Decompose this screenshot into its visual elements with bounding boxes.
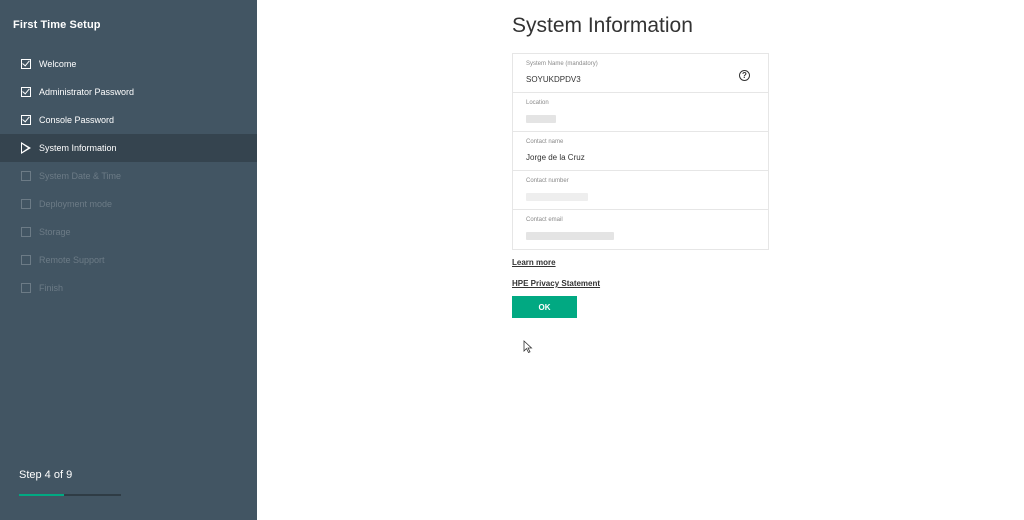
checkbox-empty-icon [21, 171, 31, 181]
redacted-value [526, 115, 556, 123]
play-arrow-icon [21, 142, 31, 154]
checkbox-checked-icon [21, 87, 31, 97]
step-label: System Date & Time [39, 171, 122, 181]
progress-bar-fill [19, 494, 64, 496]
help-icon[interactable]: ? [739, 70, 750, 81]
contact-number-field[interactable]: Contact number [513, 171, 768, 210]
checkbox-checked-icon [21, 59, 31, 69]
step-label: System Information [39, 143, 117, 153]
learn-more-link[interactable]: Learn more [512, 258, 556, 267]
location-field[interactable]: Location [513, 93, 768, 132]
contact-name-field[interactable]: Contact name [513, 132, 768, 171]
page-title: System Information [512, 14, 693, 37]
checkbox-empty-icon [21, 283, 31, 293]
step-system-information[interactable]: System Information [0, 134, 257, 162]
step-counter: Step 4 of 9 [19, 469, 73, 481]
step-label: Remote Support [39, 255, 105, 265]
sidebar: First Time Setup Welcome Administrator P… [0, 0, 257, 520]
step-finish: Finish [0, 274, 257, 302]
step-label: Administrator Password [39, 87, 135, 97]
field-label: Contact name [526, 139, 564, 145]
mouse-cursor-icon [523, 340, 533, 354]
privacy-statement-link[interactable]: HPE Privacy Statement [512, 279, 600, 288]
step-remote-support: Remote Support [0, 246, 257, 274]
checkbox-empty-icon [21, 227, 31, 237]
system-name-field[interactable]: System Name (mandatory) ? [513, 54, 768, 93]
step-label: Storage [39, 227, 71, 237]
step-list: Welcome Administrator Password Console P… [0, 50, 257, 302]
step-deployment-mode: Deployment mode [0, 190, 257, 218]
field-label: Location [526, 100, 549, 106]
field-label: System Name (mandatory) [526, 61, 598, 67]
progress-bar [19, 494, 121, 496]
checkbox-empty-icon [21, 255, 31, 265]
step-system-date-time: System Date & Time [0, 162, 257, 190]
step-welcome[interactable]: Welcome [0, 50, 257, 78]
step-storage: Storage [0, 218, 257, 246]
contact-email-field[interactable]: Contact email [513, 210, 768, 249]
contact-name-input[interactable] [526, 153, 726, 162]
step-label: Deployment mode [39, 199, 113, 209]
sidebar-title: First Time Setup [13, 19, 101, 31]
step-label: Finish [39, 283, 64, 293]
field-label: Contact number [526, 178, 569, 184]
step-administrator-password[interactable]: Administrator Password [0, 78, 257, 106]
step-console-password[interactable]: Console Password [0, 106, 257, 134]
redacted-value [526, 193, 588, 201]
system-name-input[interactable] [526, 75, 726, 84]
system-info-form: System Name (mandatory) ? Location Conta… [512, 53, 769, 250]
field-label: Contact email [526, 217, 563, 223]
redacted-value [526, 232, 614, 240]
step-label: Welcome [39, 59, 77, 69]
step-label: Console Password [39, 115, 115, 125]
checkbox-empty-icon [21, 199, 31, 209]
checkbox-checked-icon [21, 115, 31, 125]
ok-button[interactable]: OK [512, 296, 577, 318]
